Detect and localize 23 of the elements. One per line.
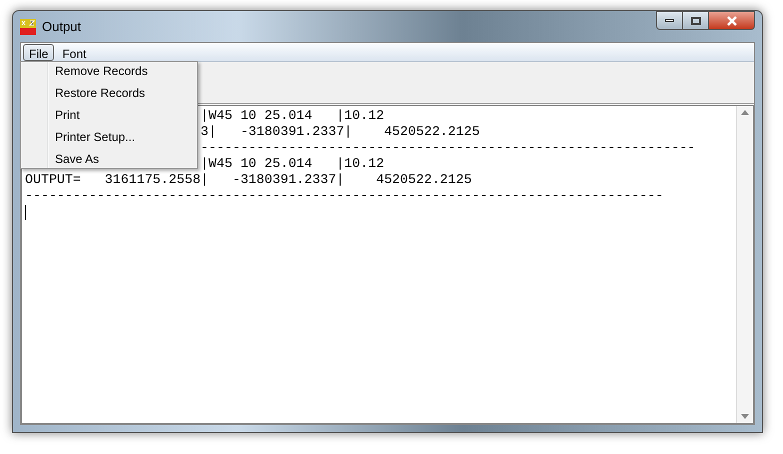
text-line: |W45 10 25.014 |10.12 xyxy=(200,108,384,124)
menu-option[interactable]: Remove Records xyxy=(49,63,197,80)
scroll-up-icon[interactable] xyxy=(741,110,749,115)
menu-option[interactable]: Restore Records xyxy=(49,85,197,102)
menu-item[interactable]: Font xyxy=(56,44,92,60)
close-button[interactable] xyxy=(709,11,755,30)
menu-option[interactable]: Printer Setup... xyxy=(49,129,197,146)
menu-item[interactable]: File xyxy=(23,44,54,60)
minimize-button[interactable] xyxy=(656,11,683,30)
maximize-button[interactable] xyxy=(683,11,709,30)
text-line: -------------------------------------------------------------------------------- xyxy=(25,188,664,204)
text-line: 3| -3180391.2337| 4520522.2125 xyxy=(200,124,480,140)
menu-option[interactable]: Print xyxy=(49,107,197,124)
text-line: OUTPUT= 3161175.2558| -3180391.2337| 4520522.2125 xyxy=(25,172,472,188)
scrollbar[interactable] xyxy=(736,106,753,423)
text-cursor xyxy=(25,205,26,220)
close-icon[interactable] xyxy=(726,16,738,26)
text-line: |W45 10 25.014 |10.12 xyxy=(200,156,384,172)
app-icon xyxy=(20,18,36,34)
window-title: Output xyxy=(42,18,82,36)
text-line: -------------------------------------------------------------- xyxy=(200,140,696,156)
menu-option[interactable]: Save As xyxy=(49,151,197,168)
scroll-down-icon[interactable] xyxy=(741,414,749,419)
